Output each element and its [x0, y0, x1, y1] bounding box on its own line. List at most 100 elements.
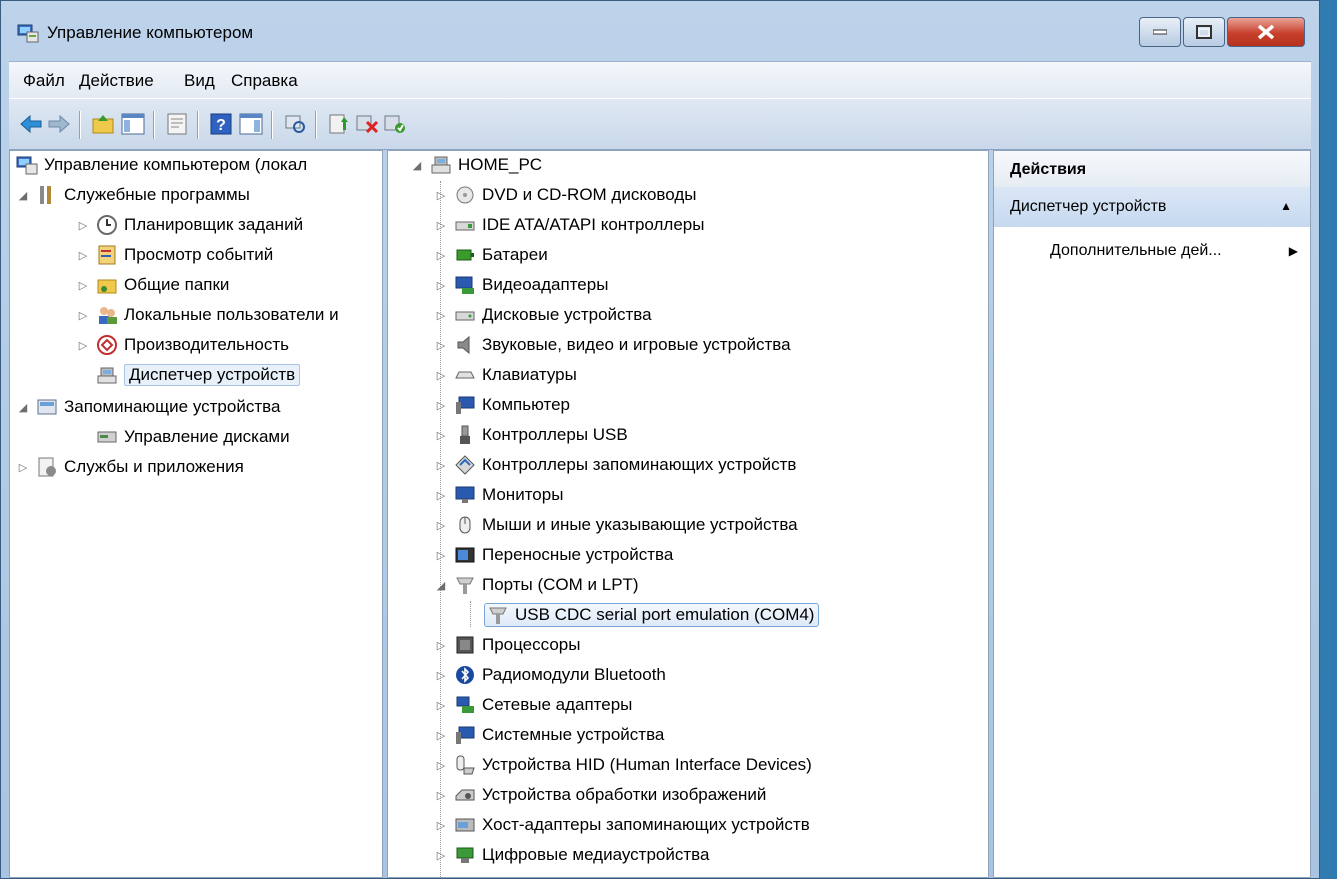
collapsed-triangle-icon[interactable]: ▷ — [76, 338, 90, 352]
expanded-triangle-icon[interactable]: ◢ — [16, 400, 30, 414]
system-device-icon — [456, 726, 475, 744]
tree-item-performance[interactable]: ▷ Производительность — [76, 331, 289, 359]
device-category[interactable]: ▷ Видеоадаптеры — [434, 271, 608, 299]
device-category[interactable]: ▷ Контроллеры запоминающих устройств — [434, 451, 796, 479]
maximize-button[interactable] — [1183, 17, 1225, 47]
collapsed-triangle-icon[interactable]: ▷ — [434, 638, 448, 652]
device-category[interactable]: ▷ Клавиатуры — [434, 361, 577, 389]
uninstall-icon[interactable] — [355, 112, 379, 136]
collapsed-triangle-icon[interactable]: ▷ — [76, 248, 90, 262]
collapsed-triangle-icon[interactable]: ▷ — [76, 218, 90, 232]
device-category-ports[interactable]: ◢ Порты (COM и LPT) — [434, 571, 639, 599]
device-category[interactable]: ▷ Системные устройства — [434, 721, 664, 749]
menu-file[interactable]: Файл — [23, 71, 65, 91]
device-category[interactable]: ▷ Радиомодули Bluetooth — [434, 661, 666, 689]
device-category[interactable]: ▷ Цифровые медиаустройства — [434, 841, 710, 869]
device-category[interactable]: ▷ Мыши и иные указывающие устройства — [434, 511, 798, 539]
tree-item-services-apps[interactable]: ▷ Службы и приложения — [16, 453, 244, 481]
actions-pane: Действия Диспетчер устройств ▲ Дополните… — [993, 150, 1311, 878]
close-button[interactable] — [1227, 17, 1305, 47]
properties-icon[interactable] — [165, 112, 189, 136]
collapsed-triangle-icon[interactable]: ▷ — [434, 308, 448, 322]
tree-item-root[interactable]: Управление компьютером (локал — [16, 151, 307, 179]
scan-hardware-icon[interactable] — [283, 112, 307, 136]
tree-item-disk-management[interactable]: Управление дисками — [96, 423, 290, 451]
collapsed-triangle-icon[interactable]: ▷ — [16, 460, 30, 474]
tree-item-system-tools[interactable]: ◢ Служебные программы — [16, 181, 250, 209]
enable-icon[interactable] — [383, 112, 407, 136]
collapsed-triangle-icon[interactable]: ▷ — [434, 758, 448, 772]
update-driver-icon[interactable] — [327, 112, 351, 136]
device-category[interactable]: ▷ Мониторы — [434, 481, 564, 509]
action-pane-icon[interactable] — [239, 112, 263, 136]
device-category[interactable]: ▷ Переносные устройства — [434, 541, 674, 569]
device-category[interactable]: ▷ Процессоры — [434, 631, 581, 659]
tree-item-storage[interactable]: ◢ Запоминающие устройства — [16, 393, 281, 421]
collapsed-triangle-icon[interactable]: ▷ — [434, 398, 448, 412]
device-category[interactable]: ▷ Хост-адаптеры запоминающих устройств — [434, 811, 810, 839]
collapsed-triangle-icon[interactable]: ▷ — [434, 218, 448, 232]
tree-item-local-users[interactable]: ▷ Локальные пользователи и — [76, 301, 339, 329]
expanded-triangle-icon[interactable]: ◢ — [410, 158, 424, 172]
device-tree-root[interactable]: ◢ HOME_PC — [410, 151, 542, 179]
menu-help[interactable]: Справка — [231, 71, 298, 91]
device-category[interactable]: ▷ Звуковые, видео и игровые устройства — [434, 331, 791, 359]
device-category-label: Мыши и иные указывающие устройства — [482, 515, 798, 534]
collapsed-triangle-icon[interactable]: ▷ — [76, 308, 90, 322]
show-hide-tree-icon[interactable] — [121, 112, 145, 136]
expanded-triangle-icon[interactable]: ◢ — [434, 578, 448, 592]
actions-section-device-manager[interactable]: Диспетчер устройств ▲ — [994, 187, 1310, 227]
tree-item-event-viewer[interactable]: ▷ Просмотр событий — [76, 241, 273, 269]
device-category[interactable]: ▷ Контроллеры USB — [434, 421, 628, 449]
device-category[interactable]: ▷ Дисковые устройства — [434, 301, 652, 329]
collapsed-triangle-icon[interactable]: ▷ — [434, 788, 448, 802]
device-category[interactable]: ▷ Устройства обработки изображений — [434, 781, 767, 809]
device-category[interactable]: ▷ DVD и CD-ROM дисководы — [434, 181, 697, 209]
tree-item-label: Планировщик заданий — [124, 215, 304, 234]
collapsed-triangle-icon[interactable]: ▷ — [434, 458, 448, 472]
menu-view[interactable]: Вид — [184, 71, 215, 91]
collapsed-triangle-icon[interactable]: ▷ — [434, 248, 448, 262]
tree-item-label: Управление компьютером (локал — [44, 155, 308, 174]
expanded-triangle-icon[interactable]: ◢ — [16, 188, 30, 202]
collapsed-triangle-icon[interactable]: ▷ — [434, 818, 448, 832]
device-category[interactable]: ▷ Устройства HID (Human Interface Devices… — [434, 751, 812, 779]
collapsed-triangle-icon[interactable]: ▷ — [434, 338, 448, 352]
collapse-up-icon[interactable]: ▲ — [1280, 199, 1292, 213]
collapsed-triangle-icon[interactable]: ▷ — [434, 428, 448, 442]
collapsed-triangle-icon[interactable]: ▷ — [434, 278, 448, 292]
help-icon[interactable]: ? — [209, 112, 233, 136]
processor-icon — [456, 636, 474, 654]
collapsed-triangle-icon[interactable]: ▷ — [434, 698, 448, 712]
collapsed-triangle-icon[interactable]: ▷ — [434, 488, 448, 502]
device-category[interactable]: ▷ IDE ATA/ATAPI контроллеры — [434, 211, 705, 239]
port-icon — [456, 577, 474, 594]
minimize-button[interactable] — [1139, 17, 1181, 47]
forward-arrow-icon[interactable] — [47, 112, 71, 136]
back-arrow-icon[interactable] — [19, 112, 43, 136]
device-category[interactable]: ▷ Компьютер — [434, 391, 570, 419]
device-category-label: Клавиатуры — [482, 365, 577, 384]
up-folder-icon[interactable] — [91, 112, 115, 136]
collapsed-triangle-icon[interactable]: ▷ — [434, 728, 448, 742]
collapsed-triangle-icon[interactable]: ▷ — [434, 368, 448, 382]
collapsed-triangle-icon[interactable]: ▷ — [434, 518, 448, 532]
more-actions-item[interactable]: Дополнительные дей... — [1050, 242, 1222, 260]
tree-item-task-scheduler[interactable]: ▷ Планировщик заданий — [76, 211, 303, 239]
tree-item-shared-folders[interactable]: ▷ Общие папки — [76, 271, 230, 299]
menu-action[interactable]: Действие — [79, 71, 154, 91]
collapsed-triangle-icon[interactable]: ▷ — [434, 668, 448, 682]
device-category-label: Переносные устройства — [482, 545, 674, 564]
device-category[interactable]: ▷ Сетевые адаптеры — [434, 691, 633, 719]
device-category-label: Системные устройства — [482, 725, 665, 744]
selected-device[interactable]: USB CDC serial port emulation (COM4) — [484, 603, 820, 627]
submenu-arrow-icon[interactable]: ▶ — [1289, 244, 1298, 258]
collapsed-triangle-icon[interactable]: ▷ — [434, 188, 448, 202]
device-category[interactable]: ▷ Батареи — [434, 241, 548, 269]
device-usb-cdc-com4[interactable]: USB CDC serial port emulation (COM4) — [484, 601, 820, 629]
title-bar[interactable]: Управление компьютером — [1, 1, 1319, 59]
collapsed-triangle-icon[interactable]: ▷ — [434, 848, 448, 862]
collapsed-triangle-icon[interactable]: ▷ — [76, 278, 90, 292]
collapsed-triangle-icon[interactable]: ▷ — [434, 548, 448, 562]
tree-item-device-manager[interactable]: Диспетчер устройств — [96, 361, 301, 389]
